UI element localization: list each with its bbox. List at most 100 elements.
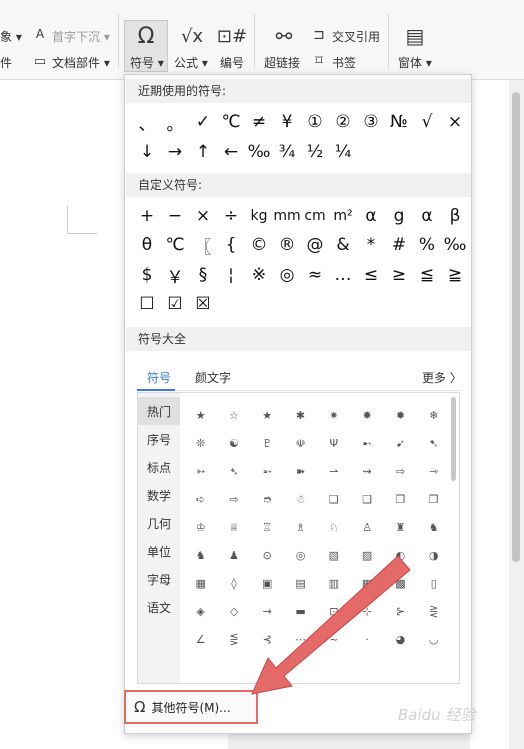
symbol-cell[interactable]: ② [329,108,357,136]
symbol-cell[interactable]: ▨ [350,541,383,569]
crossref-button[interactable]: 交叉引用 [332,28,380,45]
bookmark-button[interactable]: 书签 [332,54,356,71]
symbol-cell[interactable]: ½ [301,138,329,166]
symbol-cell[interactable]: ♞ [417,513,450,541]
symbol-cell[interactable]: ♘ [317,513,350,541]
symbol-cell[interactable]: ① [301,108,329,136]
category-item[interactable]: 几何 [138,509,180,537]
symbol-cell[interactable]: ▥ [317,569,350,597]
symbol-cell[interactable]: ÷ [217,202,245,230]
symbol-cell[interactable]: ➸ [350,429,383,457]
symbol-cell[interactable]: ◐ [384,541,417,569]
grid-scrollbar-thumb[interactable] [451,397,456,481]
symbol-cell[interactable]: ≤ [357,261,385,289]
window-form-icon[interactable]: ▤ [402,22,428,50]
docpart-button[interactable]: 文档部件 ▾ [52,54,110,71]
symbol-cell[interactable]: ⊱ [384,597,417,625]
symbol-cell[interactable]: ⇨ [384,457,417,485]
symbol-cell[interactable]: ✓ [189,108,217,136]
symbol-cell[interactable]: ➷ [417,429,450,457]
symbol-cell[interactable]: ↓ [133,138,161,166]
symbol-cell[interactable]: ◈ [184,597,217,625]
symbol-cell[interactable]: ➵ [251,457,284,485]
symbol-cell[interactable]: % [413,231,441,259]
symbol-cell[interactable]: ◕ [384,625,417,653]
symbol-cell[interactable]: ♕ [217,513,250,541]
symbol-cell[interactable]: ☑ [161,290,189,318]
category-item[interactable]: 单位 [138,537,180,565]
symbol-cell[interactable]: ℃ [161,231,189,259]
symbol-cell[interactable]: ≥ [385,261,413,289]
symbol-cell[interactable]: → [161,138,189,166]
symbol-cell[interactable]: ⋛ [417,597,450,625]
hyperlink-icon[interactable]: ⚯ [270,22,298,50]
symbol-cell[interactable]: α [357,202,385,230]
symbol-cell[interactable]: ✱ [284,401,317,429]
symbol-cell[interactable]: ◑ [417,541,450,569]
symbol-cell[interactable]: ≦ [413,261,441,289]
symbol-cell[interactable]: ♗ [284,513,317,541]
formula-icon[interactable]: √x [178,22,206,50]
symbol-cell[interactable]: ⇾ [417,457,450,485]
symbol-cell[interactable]: ¼ [329,138,357,166]
category-item[interactable]: 标点 [138,453,180,481]
attachment-button[interactable]: 件 [0,54,12,71]
symbol-cell[interactable]: θ [133,231,161,259]
symbol-cell[interactable]: ⋯ [284,625,317,653]
symbol-cell[interactable]: * [357,231,385,259]
symbol-cell[interactable]: ▣ [251,569,284,597]
symbol-cell[interactable]: ❑ [350,485,383,513]
symbol-cell[interactable]: ¾ [273,138,301,166]
symbol-cell[interactable]: cm [301,202,329,230]
object-menu[interactable]: 象 ▾ [0,28,22,45]
symbol-cell[interactable]: ~ [317,625,350,653]
symbol-cell[interactable]: # [385,231,413,259]
more-link[interactable]: 更多 〉 [422,369,462,386]
symbol-cell[interactable]: § [189,261,217,289]
hyperlink-button[interactable]: 超链接 [264,54,300,71]
symbol-cell[interactable]: ☐ [133,290,161,318]
symbol-cell[interactable]: @ [301,231,329,259]
symbol-cell[interactable]: → [251,597,284,625]
symbol-cell[interactable]: ◡ [417,625,450,653]
symbol-cell[interactable]: ℃ [217,108,245,136]
symbol-cell[interactable]: ▯ [417,569,450,597]
symbol-cell[interactable]: ➪ [184,485,217,513]
symbol-cell[interactable]: × [441,108,469,136]
symbol-cell[interactable]: ❊ [184,429,217,457]
category-item[interactable]: 数学 [138,481,180,509]
formula-button[interactable]: 公式 ▾ [174,54,208,71]
symbol-cell[interactable]: ☃ [284,485,317,513]
symbol-cell[interactable]: ➳ [184,457,217,485]
category-item[interactable]: 字母 [138,565,180,593]
symbol-cell[interactable]: ⇝ [350,457,383,485]
symbol-cell[interactable]: ♜ [384,513,417,541]
symbol-cell[interactable]: ¥ [273,108,301,136]
scrollbar-thumb[interactable] [512,92,520,562]
symbol-cell[interactable]: ☒ [189,290,217,318]
symbol-cell[interactable]: kg [245,202,273,230]
symbol-cell[interactable]: 。 [161,108,189,136]
symbol-cell[interactable]: ↑ [189,138,217,166]
symbol-cell[interactable]: ◎ [273,261,301,289]
dropcap-button[interactable]: 首字下沉 ▾ [52,28,110,45]
symbol-cell[interactable]: 〖 [189,231,217,259]
symbol-cell[interactable]: ⋚ [217,625,250,653]
number-icon[interactable]: ⊡# [217,22,247,50]
symbol-cell[interactable]: Ψ [317,429,350,457]
symbol-cell[interactable]: ☯ [217,429,250,457]
symbol-cell[interactable]: β [441,202,469,230]
symbol-cell[interactable]: ◊ [217,569,250,597]
symbol-cell[interactable]: ⊙ [251,541,284,569]
symbol-cell[interactable]: ✷ [317,401,350,429]
symbol-cell[interactable]: ▤ [284,569,317,597]
symbol-cell[interactable]: © [245,231,273,259]
symbol-cell[interactable]: ❒ [384,485,417,513]
symbol-cell[interactable]: m² [329,202,357,230]
symbol-cell[interactable]: ♟ [217,541,250,569]
symbol-cell[interactable]: ← [217,138,245,166]
tab-symbols[interactable]: 符号 [147,369,171,386]
symbol-cell[interactable]: ❐ [417,485,450,513]
symbol-cell[interactable]: ￥ [161,261,189,289]
category-item[interactable]: 序号 [138,425,180,453]
